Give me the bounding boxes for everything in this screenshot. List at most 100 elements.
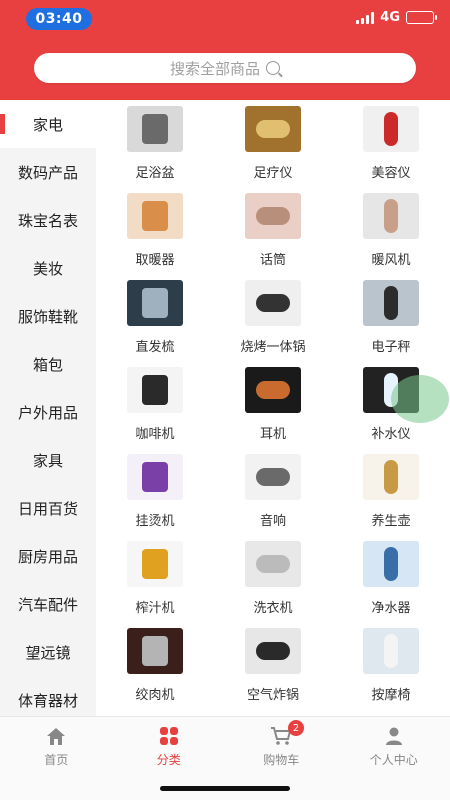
product-name: 按摩椅 <box>371 688 411 703</box>
product-image <box>363 628 419 674</box>
search-placeholder: 搜索全部商品 <box>169 59 260 78</box>
sidebar-item-8[interactable]: 日用百货 <box>0 484 96 532</box>
product-item[interactable]: 养生壶 <box>332 454 450 541</box>
tab-3[interactable]: 个人中心 <box>338 717 450 800</box>
sidebar-item-0[interactable]: 家电 <box>0 100 96 148</box>
product-name: 直发梳 <box>135 340 175 355</box>
product-name: 烧烤一体锅 <box>240 340 306 355</box>
tab-label: 购物车 <box>263 753 300 767</box>
product-item[interactable]: 绞肉机 <box>96 628 214 715</box>
status-icons: 4G <box>356 10 437 25</box>
sidebar-item-label: 美妆 <box>32 259 63 278</box>
product-item[interactable]: 暖风机 <box>332 193 450 280</box>
product-image <box>245 628 301 674</box>
product-item[interactable]: 烧烤一体锅 <box>214 280 332 367</box>
battery-icon <box>406 11 437 24</box>
product-name: 空气炸锅 <box>246 688 299 703</box>
home-indicator <box>160 786 290 791</box>
floating-touch-indicator <box>391 375 449 423</box>
user-icon <box>383 726 405 746</box>
product-item[interactable]: 空气炸锅 <box>214 628 332 715</box>
product-image <box>245 193 301 239</box>
product-image <box>127 106 183 152</box>
sidebar-item-label: 日用百货 <box>17 499 78 518</box>
sidebar-item-label: 数码产品 <box>17 163 78 182</box>
search-bar[interactable]: 搜索全部商品 <box>34 53 416 83</box>
product-name: 榨汁机 <box>135 601 175 616</box>
product-image <box>245 454 301 500</box>
tab-0[interactable]: 首页 <box>0 717 113 800</box>
product-name: 暖风机 <box>371 253 411 268</box>
product-item[interactable]: 足疗仪 <box>214 106 332 193</box>
sidebar-item-2[interactable]: 珠宝名表 <box>0 196 96 244</box>
product-name: 净水器 <box>371 601 411 616</box>
search-icon <box>266 61 280 75</box>
product-item[interactable]: 耳机 <box>214 367 332 454</box>
cart-count-badge: 2 <box>288 720 304 736</box>
sidebar-item-label: 体育器材 <box>17 691 78 710</box>
product-name: 话筒 <box>259 253 286 268</box>
product-image <box>363 193 419 239</box>
product-item[interactable]: 电子秤 <box>332 280 450 367</box>
sidebar-item-7[interactable]: 家具 <box>0 436 96 484</box>
sidebar-item-3[interactable]: 美妆 <box>0 244 96 292</box>
sidebar-item-4[interactable]: 服饰鞋靴 <box>0 292 96 340</box>
sidebar-item-10[interactable]: 汽车配件 <box>0 580 96 628</box>
sidebar-item-9[interactable]: 厨房用品 <box>0 532 96 580</box>
product-item[interactable]: 按摩椅 <box>332 628 450 715</box>
category-icon <box>158 726 180 746</box>
home-icon <box>45 726 67 746</box>
product-image <box>363 541 419 587</box>
header: 03:40 4G 搜索全部商品 <box>0 0 450 100</box>
product-image <box>127 628 183 674</box>
product-image <box>363 280 419 326</box>
sidebar-item-11[interactable]: 望远镜 <box>0 628 96 676</box>
sidebar-item-5[interactable]: 箱包 <box>0 340 96 388</box>
product-name: 挂烫机 <box>135 514 175 529</box>
product-name: 咖啡机 <box>135 427 175 442</box>
product-item[interactable]: 洗衣机 <box>214 541 332 628</box>
product-image <box>245 367 301 413</box>
product-name: 养生壶 <box>371 514 411 529</box>
product-name: 绞肉机 <box>135 688 175 703</box>
tab-label: 首页 <box>44 753 69 767</box>
product-item[interactable]: 榨汁机 <box>96 541 214 628</box>
sidebar-item-12[interactable]: 体育器材 <box>0 676 96 716</box>
sidebar-item-label: 汽车配件 <box>17 595 78 614</box>
sidebar-item-1[interactable]: 数码产品 <box>0 148 96 196</box>
product-item[interactable]: 取暖器 <box>96 193 214 280</box>
product-item[interactable]: 直发梳 <box>96 280 214 367</box>
product-item[interactable]: 咖啡机 <box>96 367 214 454</box>
product-item[interactable]: 挂烫机 <box>96 454 214 541</box>
product-image <box>245 106 301 152</box>
sidebar-item-6[interactable]: 户外用品 <box>0 388 96 436</box>
sidebar-item-label: 厨房用品 <box>17 547 78 566</box>
tab-label: 分类 <box>156 753 181 767</box>
product-name: 洗衣机 <box>253 601 293 616</box>
sidebar-item-label: 户外用品 <box>17 403 78 422</box>
network-label: 4G <box>380 10 400 25</box>
product-name: 足浴盆 <box>135 166 175 181</box>
sidebar-item-label: 服饰鞋靴 <box>17 307 78 326</box>
product-name: 足疗仪 <box>253 166 293 181</box>
product-image <box>127 454 183 500</box>
product-name: 耳机 <box>259 427 286 442</box>
product-item[interactable]: 音响 <box>214 454 332 541</box>
signal-icon <box>356 11 375 24</box>
product-name: 美容仪 <box>371 166 411 181</box>
sidebar-item-label: 箱包 <box>32 355 63 374</box>
sidebar-item-label: 珠宝名表 <box>17 211 78 230</box>
product-image <box>363 106 419 152</box>
product-name: 电子秤 <box>371 340 411 355</box>
product-image <box>127 541 183 587</box>
product-image <box>127 193 183 239</box>
product-item[interactable]: 美容仪 <box>332 106 450 193</box>
product-item[interactable]: 净水器 <box>332 541 450 628</box>
product-item[interactable]: 话筒 <box>214 193 332 280</box>
product-name: 音响 <box>259 514 286 529</box>
tab-label: 个人中心 <box>369 753 418 767</box>
category-sidebar: 家电数码产品珠宝名表美妆服饰鞋靴箱包户外用品家具日用百货厨房用品汽车配件望远镜体… <box>0 100 96 716</box>
product-name: 取暖器 <box>135 253 175 268</box>
product-item[interactable]: 足浴盆 <box>96 106 214 193</box>
sidebar-item-label: 家电 <box>32 115 63 134</box>
